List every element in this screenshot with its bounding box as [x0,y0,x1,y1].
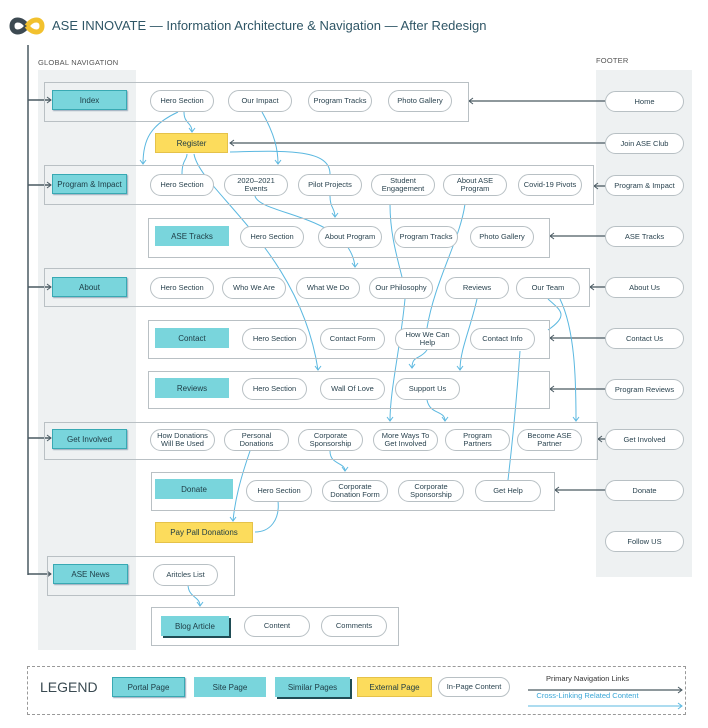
page-title: ASE INNOVATE — Information Architecture … [52,18,487,33]
footer-link[interactable]: Join ASE Club [605,133,684,154]
in-page-content[interactable]: How Donations Will Be Used [150,429,215,451]
in-page-content[interactable]: Our Impact [228,90,292,112]
legend-title: LEGEND [40,679,98,695]
footer-link[interactable]: Get Involved [605,429,684,450]
legend-site: Site Page [194,677,266,697]
in-page-content[interactable]: Photo Gallery [388,90,452,112]
page-site[interactable]: ASE Tracks [155,226,229,246]
cross-link [559,298,577,422]
footer-link[interactable]: Home [605,91,684,112]
in-page-content[interactable]: What We Do [296,277,360,299]
page-site[interactable]: Contact [155,328,229,348]
in-page-content[interactable]: Hero Section [150,174,214,196]
in-page-content[interactable]: Who We Are [222,277,286,299]
in-page-content[interactable]: Program Tracks [308,90,372,112]
in-page-content[interactable]: Get Help [475,480,541,502]
legend-similar: Similar Pages [275,677,350,697]
in-page-content[interactable]: Corporate Sponsorship [398,480,464,502]
global-nav-label: GLOBAL NAVIGATION [38,58,119,67]
in-page-content[interactable]: Content [244,615,310,637]
page-portal[interactable]: About [52,277,127,297]
page-portal[interactable]: ASE News [53,564,128,584]
in-page-content[interactable]: Reviews [445,277,509,299]
in-page-content[interactable]: Hero Section [242,378,307,400]
in-page-content[interactable]: Contact Form [320,328,385,350]
in-page-content[interactable]: Hero Section [242,328,307,350]
in-page-content[interactable]: Become ASE Partner [517,429,582,451]
in-page-content[interactable]: Pilot Projects [298,174,362,196]
in-page-content[interactable]: Student Engagement [371,174,435,196]
in-page-content[interactable]: Photo Gallery [470,226,534,248]
in-page-content[interactable]: 2020–2021 Events [224,174,288,196]
legend-external: External Page [357,677,432,697]
in-page-content[interactable]: Personal Donations [224,429,289,451]
page-site[interactable]: Reviews [155,378,229,398]
in-page-content[interactable]: Covid-19 Pivots [518,174,582,196]
footer-link[interactable]: About Us [605,277,684,298]
in-page-content[interactable]: Our Team [516,277,580,299]
in-page-content[interactable]: Hero Section [246,480,312,502]
in-page-content[interactable]: About ASE Program [443,174,507,196]
footer-link[interactable]: Donate [605,480,684,501]
ia-diagram: ASE INNOVATE — Information Architecture … [0,0,708,728]
in-page-content[interactable]: How We Can Help [395,328,460,350]
footer-link[interactable]: Contact Us [605,328,684,349]
legend-cross-label: Cross-Linking Related Content [536,691,639,700]
footer-link[interactable]: ASE Tracks [605,226,684,247]
page-site[interactable]: Donate [155,479,233,499]
in-page-content[interactable]: Corporate Donation Form [322,480,388,502]
page-portal[interactable]: Get Involved [52,429,127,449]
infinity-gear-logo-icon [6,14,48,43]
legend-primary-label: Primary Navigation Links [546,674,629,683]
in-page-content[interactable]: Corporate Sponsorship [298,429,363,451]
in-page-content[interactable]: Hero Section [150,277,214,299]
in-page-content[interactable]: Program Partners [445,429,510,451]
in-page-content[interactable]: Comments [321,615,387,637]
in-page-content[interactable]: Contact Info [470,328,535,350]
page-portal[interactable]: Index [52,90,127,110]
in-page-content[interactable]: Program Tracks [394,226,458,248]
in-page-content[interactable]: About Program [318,226,382,248]
in-page-content[interactable]: Aritcles List [153,564,218,586]
footer-label: FOOTER [596,56,629,65]
in-page-content[interactable]: More Ways To Get Involved [373,429,438,451]
page-similar[interactable]: Blog Article [161,616,229,636]
external-page-register[interactable]: Register [155,133,228,153]
footer-link[interactable]: Program Reviews [605,379,684,400]
in-page-content[interactable]: Our Philosophy [369,277,433,299]
external-page-paypal[interactable]: Pay Pall Donations [155,522,253,543]
legend-portal: Portal Page [112,677,185,697]
in-page-content[interactable]: Hero Section [240,226,304,248]
page-portal[interactable]: Program & Impact [52,174,127,194]
in-page-content[interactable]: Wall Of Love [320,378,385,400]
in-page-content[interactable]: Support Us [395,378,460,400]
in-page-content[interactable]: Hero Section [150,90,214,112]
footer-link[interactable]: Follow US [605,531,684,552]
footer-link[interactable]: Program & Impact [605,175,684,196]
legend-pill: In-Page Content [438,677,510,697]
